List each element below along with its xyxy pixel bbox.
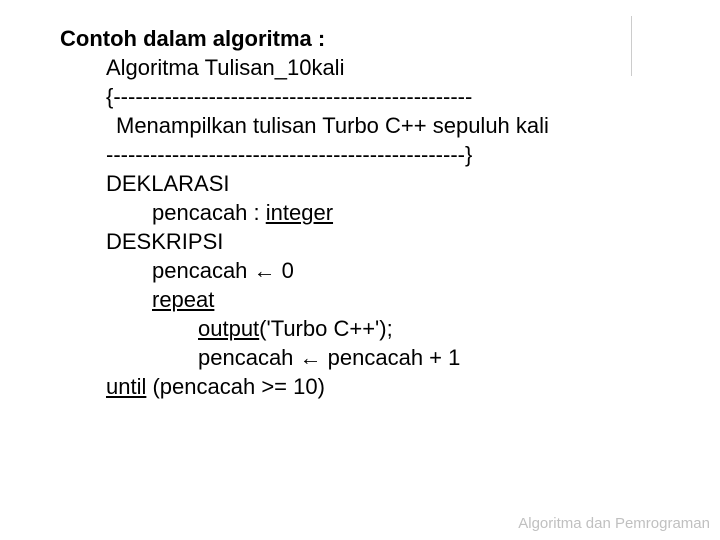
line-description: Menampilkan tulisan Turbo C++ sepuluh ka… [60, 111, 660, 140]
stmt-increment: pencacah ← pencacah + 1 [60, 343, 660, 372]
type-integer: integer [266, 200, 333, 225]
slide-content: Contoh dalam algoritma : Algoritma Tulis… [60, 24, 660, 401]
stmt-assign-pencacah: pencacah ← 0 [60, 256, 660, 285]
kw-output: output [198, 316, 259, 341]
stmt-repeat: repeat [60, 285, 660, 314]
output-args: ('Turbo C++'); [259, 316, 393, 341]
stmt-until: until (pencacah >= 10) [60, 372, 660, 401]
footer-text: Algoritma dan Pemrograman [518, 515, 710, 532]
line-algoritma: Algoritma Tulisan_10kali [60, 53, 660, 82]
stmt-output-call: output('Turbo C++'); [60, 314, 660, 343]
decl-pencacah: pencacah : integer [60, 198, 660, 227]
section-deskripsi: DESKRIPSI [60, 227, 660, 256]
section-deklarasi: DEKLARASI [60, 169, 660, 198]
slide: Contoh dalam algoritma : Algoritma Tulis… [0, 0, 720, 540]
kw-repeat: repeat [152, 287, 214, 312]
until-condition: (pencacah >= 10) [146, 374, 325, 399]
heading: Contoh dalam algoritma : [60, 24, 660, 53]
line-comment-open: {---------------------------------------… [60, 82, 660, 111]
kw-until: until [106, 374, 146, 399]
decl-pencacah-text: pencacah : [152, 200, 266, 225]
line-comment-close: ----------------------------------------… [60, 140, 660, 169]
